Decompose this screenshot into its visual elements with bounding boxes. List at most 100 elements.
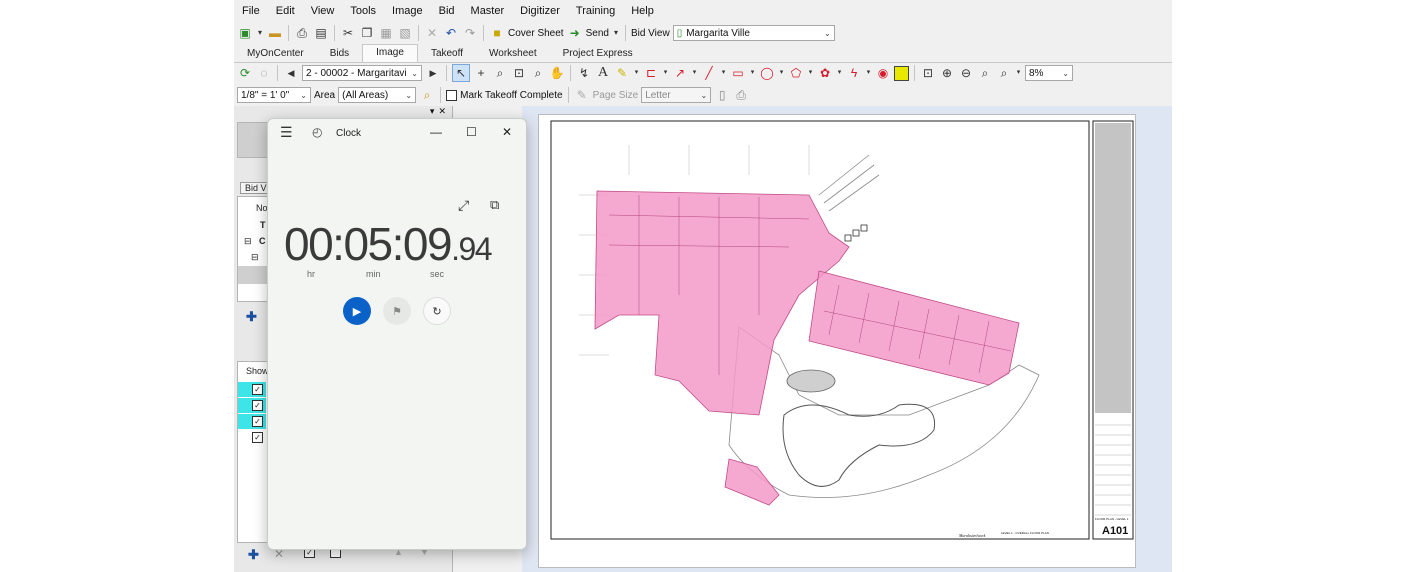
page-size-select[interactable]: Letter ⌄	[641, 87, 712, 103]
menu-tools[interactable]: Tools	[342, 0, 384, 22]
note-icon[interactable]	[894, 65, 909, 81]
previous-page-icon[interactable]: ◀	[283, 65, 299, 81]
dropdown-arrow-icon[interactable]: ▾	[865, 65, 872, 81]
freehand-icon[interactable]: ϟ	[846, 65, 862, 81]
dropdown-arrow-icon[interactable]: ▾	[749, 65, 756, 81]
tab-worksheet[interactable]: Worksheet	[476, 46, 550, 62]
crosshair-icon[interactable]: +	[473, 65, 489, 81]
close-icon[interactable]: ✕	[502, 125, 512, 139]
dropdown-arrow-icon[interactable]: ▾	[778, 65, 785, 81]
layer-visible-checkbox[interactable]: ✓	[252, 416, 263, 427]
page-icon[interactable]: ▯	[714, 87, 730, 103]
mark-complete-checkbox[interactable]	[446, 89, 458, 101]
page-select[interactable]: 2 - 00002 - Margaritaville ⌄	[302, 65, 422, 81]
zoom-select[interactable]: 8% ⌄	[1025, 65, 1073, 81]
tab-project-express[interactable]: Project Express	[550, 46, 646, 62]
undo-icon[interactable]: ↶	[443, 25, 459, 41]
page-setup-icon[interactable]: ✎	[574, 87, 590, 103]
dropdown-arrow-icon[interactable]: ▾	[807, 65, 814, 81]
layer-visible-checkbox[interactable]: ✓	[252, 384, 263, 395]
polygon-icon[interactable]: ⬠	[788, 65, 804, 81]
tab-image[interactable]: Image	[362, 44, 418, 62]
layer-visible-checkbox[interactable]: ✓	[252, 432, 263, 443]
dropdown-arrow-icon[interactable]: ▾	[720, 65, 727, 81]
add-item-icon[interactable]: ✚	[246, 309, 257, 325]
dropdown-arrow-icon[interactable]: ▾	[662, 65, 669, 81]
menu-edit[interactable]: Edit	[268, 0, 303, 22]
menu-training[interactable]: Training	[568, 0, 623, 22]
bid-view-select[interactable]: ▯ Margarita Ville ⌄	[672, 25, 835, 41]
cut-icon[interactable]: ✂	[340, 25, 356, 41]
callout-icon[interactable]: ↯	[576, 65, 592, 81]
area-filter-icon[interactable]: ⌕	[419, 87, 435, 103]
maximize-icon[interactable]: ☐	[466, 125, 477, 139]
redo-icon[interactable]: ↷	[462, 25, 478, 41]
menu-file[interactable]: File	[234, 0, 268, 22]
cover-sheet-button[interactable]: Cover Sheet	[508, 28, 564, 39]
add-layer-icon[interactable]: ✚	[248, 547, 259, 563]
print-icon[interactable]: ⎙	[294, 25, 310, 41]
start-button[interactable]: ▶	[343, 297, 371, 325]
dropdown-arrow-icon[interactable]: ▾	[633, 65, 640, 81]
zoom-window-icon[interactable]: ⊡	[511, 65, 527, 81]
tab-takeoff[interactable]: Takeoff	[418, 46, 476, 62]
magnify-icon[interactable]: ⌕	[530, 65, 546, 81]
keep-on-top-icon[interactable]: ⧉	[490, 197, 499, 213]
rectangle-icon[interactable]: ▭	[730, 65, 746, 81]
cloud-icon[interactable]: ✿	[817, 65, 833, 81]
zoom-in-icon[interactable]: ⊕	[939, 65, 955, 81]
tab-myoncenter[interactable]: MyOnCenter	[234, 46, 317, 62]
next-page-icon[interactable]: ▶	[425, 65, 441, 81]
open-folder-icon[interactable]: ▬	[267, 25, 283, 41]
zoom-page-icon[interactable]: ⊡	[920, 65, 936, 81]
expand-icon[interactable]: ⤢	[458, 197, 469, 214]
text-icon[interactable]: A	[595, 65, 611, 81]
reset-button[interactable]: ↻	[423, 297, 451, 325]
pan-hand-icon[interactable]: ✋	[549, 65, 565, 81]
arrow-annotation-icon[interactable]: ↗	[672, 65, 688, 81]
print-preview-icon[interactable]: ▤	[313, 25, 329, 41]
menu-master[interactable]: Master	[463, 0, 513, 22]
zoom-out-icon[interactable]: ⊖	[958, 65, 974, 81]
highlighter-icon[interactable]: ✎	[614, 65, 630, 81]
menu-help[interactable]: Help	[623, 0, 662, 22]
dropdown-arrow-icon[interactable]: ▾	[256, 25, 264, 41]
menu-image[interactable]: Image	[384, 0, 431, 22]
paste-icon[interactable]: ▦	[378, 25, 394, 41]
dimension-icon[interactable]: ⊏	[643, 65, 659, 81]
hamburger-menu-icon[interactable]: ☰	[280, 124, 293, 141]
send-button[interactable]: Send	[586, 28, 609, 39]
dropdown-arrow-icon[interactable]: ▾	[691, 65, 698, 81]
dropdown-arrow-icon[interactable]: ▾	[1015, 65, 1022, 81]
layer-visible-checkbox[interactable]: ✓	[252, 400, 263, 411]
copy-icon[interactable]: ❐	[359, 25, 375, 41]
lap-button[interactable]: ⚑	[383, 297, 411, 325]
menu-view[interactable]: View	[303, 0, 343, 22]
new-bid-icon[interactable]: ▣	[237, 25, 253, 41]
tree-selected-row[interactable]	[238, 266, 268, 284]
ellipse-icon[interactable]: ◯	[759, 65, 775, 81]
zoom-fit-icon[interactable]: ⌕	[977, 65, 993, 81]
line-icon[interactable]: ╱	[701, 65, 717, 81]
print-icon[interactable]: ⎙	[733, 87, 749, 103]
tree-expander-icon[interactable]: ⊟	[251, 252, 259, 263]
tree-group-c: C	[259, 236, 266, 246]
zoom-icon[interactable]: ⌕	[492, 65, 508, 81]
zoom-custom-icon[interactable]: ⌕	[996, 65, 1012, 81]
refresh-icon[interactable]: ⟳	[237, 65, 253, 81]
send-dropdown-icon[interactable]: ▾	[612, 25, 620, 41]
menu-bid[interactable]: Bid	[431, 0, 463, 22]
stamp-icon[interactable]: ◉	[875, 65, 891, 81]
paste-special-icon[interactable]: ▧	[397, 25, 413, 41]
area-select[interactable]: (All Areas) ⌄	[338, 87, 417, 103]
tab-bids[interactable]: Bids	[317, 46, 362, 62]
stop-icon[interactable]: ◌	[256, 65, 272, 81]
minimize-icon[interactable]: —	[430, 125, 442, 139]
delete-icon[interactable]: ✕	[424, 25, 440, 41]
menu-digitizer[interactable]: Digitizer	[512, 0, 568, 22]
tree-expander-icon[interactable]: ⊟	[244, 236, 252, 247]
drawing-canvas[interactable]: FLOOR PLAN - LEVEL 1 A101 Muralisteelwor…	[522, 106, 1172, 572]
scale-select[interactable]: 1/8" = 1' 0" ⌄	[237, 87, 311, 103]
select-pointer-icon[interactable]: ↖	[452, 64, 470, 82]
dropdown-arrow-icon[interactable]: ▾	[836, 65, 843, 81]
